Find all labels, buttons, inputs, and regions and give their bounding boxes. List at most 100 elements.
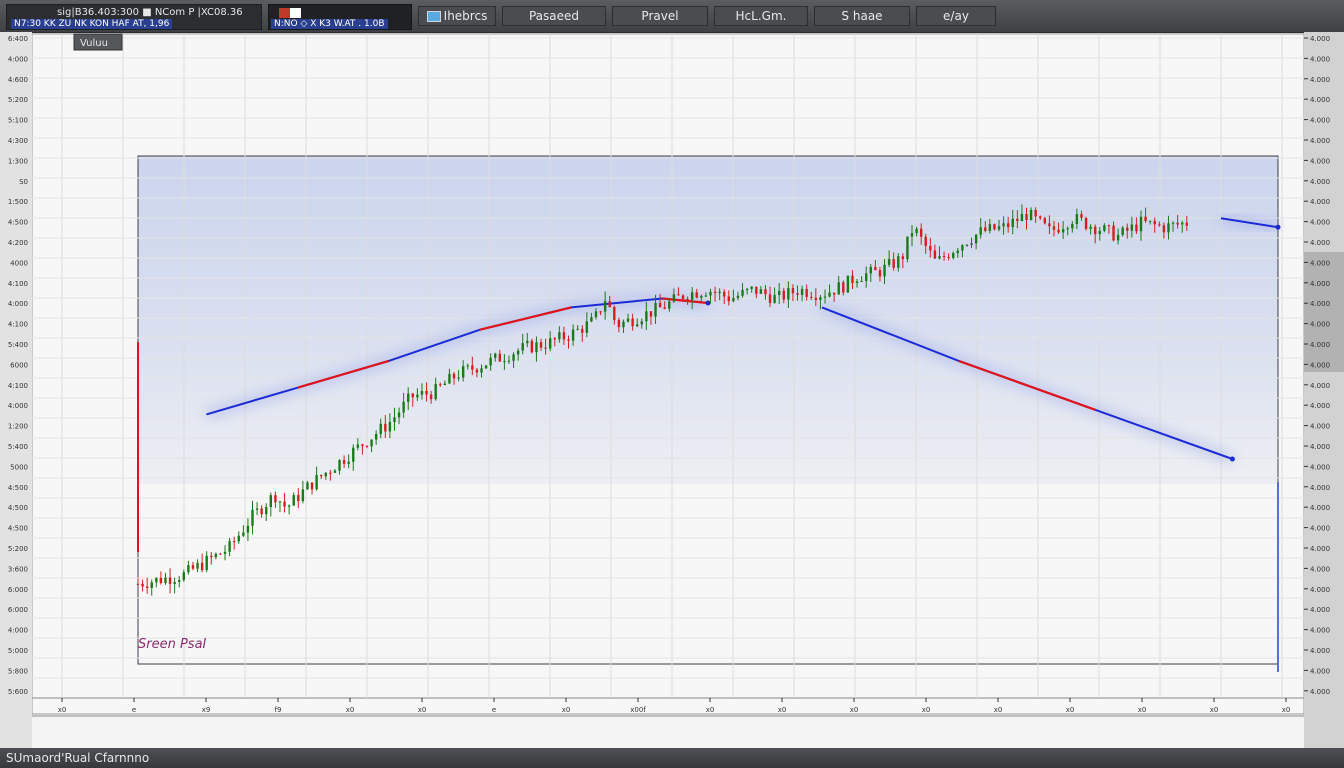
candle-body: [141, 583, 144, 587]
candle-body: [865, 273, 868, 281]
candle-body: [952, 253, 955, 258]
candle-body: [787, 288, 790, 300]
tab-1[interactable]: Ihebrcs: [418, 6, 496, 26]
candle-body: [1167, 223, 1170, 233]
candle-body: [145, 586, 149, 588]
candle-body: [1130, 224, 1134, 231]
candle-body: [704, 295, 708, 297]
x-tick-label: x0: [994, 706, 1003, 714]
x-tick-label: x0: [346, 706, 355, 714]
tab-4[interactable]: HcL.Gm.: [714, 6, 808, 26]
candle-body: [324, 472, 327, 477]
y-tick-label-left: 5:000: [8, 647, 28, 655]
candle-body: [984, 227, 987, 231]
candle-body: [407, 393, 410, 402]
candle-body: [1057, 229, 1060, 233]
candle-body: [1098, 230, 1101, 235]
candle-body: [498, 353, 502, 362]
price-chart[interactable]: 6:400 4:000 4:600 5:200 5:100 4:300 1:300 S0 1:5…: [0, 32, 1344, 748]
y-tick-label-left: 1:500: [8, 198, 28, 206]
candle-body: [1034, 209, 1037, 217]
panel-tab[interactable]: Vuluu: [73, 33, 123, 51]
quote-ticker-secondary[interactable]: N:NO ◇ X K3 W.AT . 1.0B: [268, 4, 412, 30]
y-tick-label-left: 4:100: [8, 280, 28, 288]
candle-body: [420, 390, 424, 395]
candle-body: [155, 577, 158, 583]
candle-body: [205, 555, 208, 570]
candle-body: [1121, 227, 1124, 235]
y-tick-label-left: 4:500: [8, 484, 28, 492]
candle-body: [411, 393, 414, 398]
candle-body: [970, 243, 973, 245]
y-tick-label-right: 4.000: [1310, 606, 1330, 614]
candle-body: [1135, 224, 1138, 232]
quote-ticker[interactable]: sig|B36.403:300 ■ NCom P |XC08.36 N7:30 …: [6, 4, 262, 30]
candle-body: [713, 291, 717, 293]
y-tick-label-left: 5:400: [8, 443, 28, 451]
candle-body: [805, 288, 808, 297]
y-tick-label-left: 5000: [10, 463, 28, 471]
tab-2[interactable]: Pasaeed: [502, 6, 606, 26]
chart-area[interactable]: 6:400 4:000 4:600 5:200 5:100 4:300 1:300 S0 1:5…: [0, 32, 1344, 748]
candle-body: [535, 342, 538, 353]
candle-body: [649, 311, 653, 317]
candle-body: [668, 301, 671, 309]
status-bar: SUmaord'Rual Cfarnnno: [0, 748, 1344, 768]
candle-body: [338, 460, 341, 471]
y-tick-label-right: 4.000: [1310, 300, 1330, 308]
tab-1-label: Ihebrcs: [443, 9, 488, 23]
y-tick-label-left: 4:000: [8, 55, 28, 63]
candle-body: [585, 321, 589, 333]
candle-body: [269, 495, 273, 508]
y-tick-label-left: 6:000: [8, 606, 28, 614]
candle-body: [159, 577, 163, 584]
candle-body: [718, 291, 721, 293]
candle-body: [700, 295, 703, 298]
ticker-line-1: sig|B36.403:300 ■ NCom P |XC08.36: [57, 7, 243, 18]
y-tick-label-right: 4.000: [1310, 463, 1330, 471]
candle-body: [471, 365, 474, 370]
tab-5[interactable]: S haae: [814, 6, 910, 26]
candle-body: [768, 294, 772, 303]
y-tick-label-left: 4:000: [8, 402, 28, 410]
candle-body: [1181, 222, 1184, 225]
x-tick-label: x0: [706, 706, 715, 714]
candle-body: [1020, 213, 1024, 222]
candle-body: [475, 369, 479, 373]
x-tick-label: e: [132, 706, 136, 714]
candle-body: [370, 439, 373, 447]
candle-body: [855, 281, 859, 284]
y-tick-label-right: 4.000: [1310, 321, 1330, 329]
candle-body: [223, 551, 227, 554]
candle-body: [494, 353, 497, 358]
candle-body: [764, 289, 767, 295]
candle-body: [723, 291, 726, 297]
candle-body: [695, 292, 698, 298]
candle-body: [929, 245, 932, 251]
candle-body: [315, 475, 318, 490]
tab-3[interactable]: Pravel: [612, 6, 708, 26]
candle-body: [732, 298, 735, 302]
candle-body: [164, 577, 167, 584]
candle-body: [562, 332, 566, 340]
candle-body: [1071, 223, 1074, 229]
y-tick-label-left: 4:300: [8, 137, 28, 145]
candle-body: [150, 582, 153, 588]
y-tick-label-right: 4.000: [1310, 484, 1330, 492]
candle-body: [1107, 225, 1111, 227]
candle-body: [874, 266, 877, 271]
candle-body: [640, 321, 643, 325]
y-tick-label-left: 3:600: [8, 565, 28, 573]
candle-body: [173, 582, 176, 584]
candle-body: [933, 250, 937, 259]
candle-body: [1084, 217, 1088, 229]
x-tick-label: x0: [58, 706, 67, 714]
candle-body: [356, 444, 360, 448]
candle-body: [901, 256, 905, 260]
candle-body: [800, 288, 804, 295]
candle-body: [1080, 214, 1083, 218]
candle-body: [750, 286, 753, 289]
tab-6[interactable]: e/ay: [916, 6, 996, 26]
candle-body: [214, 553, 218, 558]
candle-body: [228, 541, 231, 552]
